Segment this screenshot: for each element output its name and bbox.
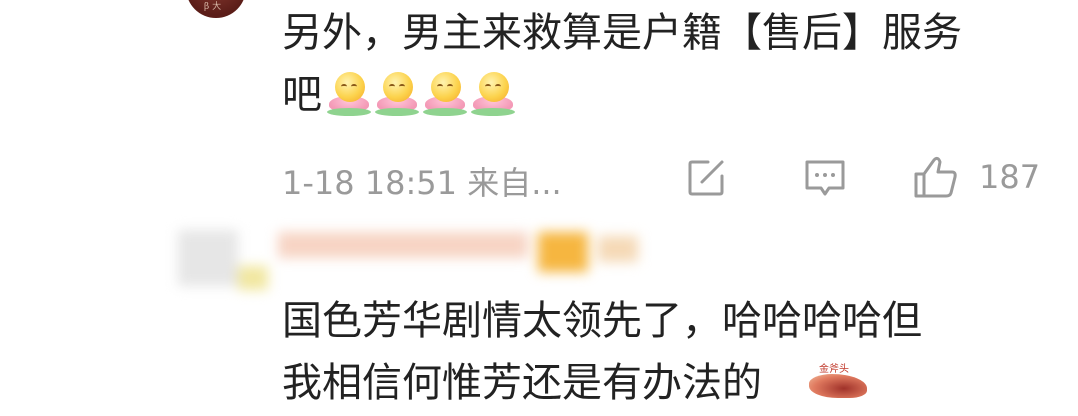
emoji-group [327, 70, 515, 118]
comment-icon[interactable] [803, 158, 847, 198]
timestamp: 1-18 18:51 来自... [282, 164, 562, 202]
thumbs-up-icon[interactable] [912, 154, 958, 200]
comment-text-line: 国色芳华剧情太领先了，哈哈哈哈但 [282, 298, 922, 344]
share-icon[interactable] [686, 158, 726, 198]
sticker-text: 金斧头 [819, 364, 849, 375]
comment-text-line: 另外，男主来救算是户籍【售后】服务 [282, 10, 962, 56]
comment-text-line: 吧 [282, 72, 322, 118]
lotus-emoji-icon [375, 70, 419, 118]
lotus-emoji-icon [327, 70, 371, 118]
blurred-username-avatar [178, 226, 658, 290]
avatar-text: β 大 [204, 2, 222, 12]
comment-meta-row: 1-18 18:51 来自... 187 [282, 152, 1052, 202]
lotus-emoji-icon [471, 70, 515, 118]
sticker-icon: 金斧头 [805, 360, 869, 400]
lotus-emoji-icon [423, 70, 467, 118]
like-count[interactable]: 187 [979, 158, 1040, 196]
comment-thread: β 大 另外，男主来救算是户籍【售后】服务 吧 1-18 18:51 来自... [0, 0, 1078, 416]
avatar[interactable]: β 大 [186, 0, 246, 18]
comment-text-line: 我相信何惟芳还是有办法的 [282, 360, 762, 406]
